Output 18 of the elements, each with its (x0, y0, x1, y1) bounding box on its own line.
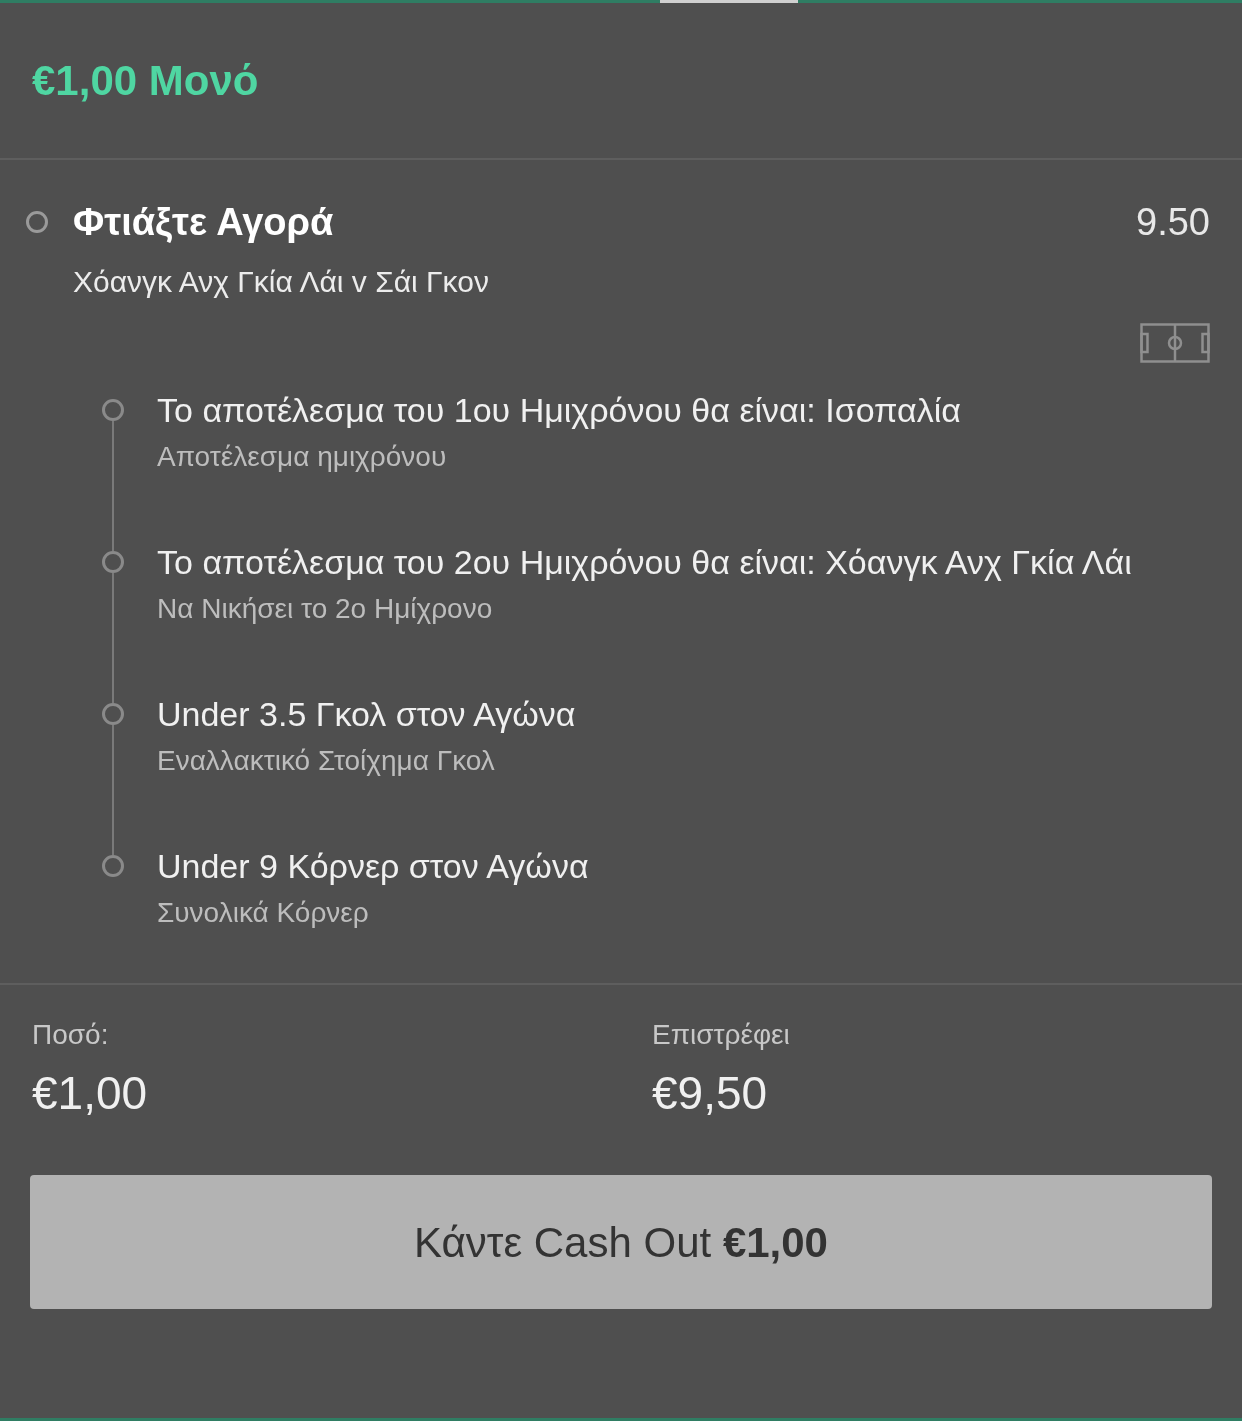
returns-label: Επιστρέφει (652, 1018, 790, 1052)
leg-title: Το αποτέλεσμα του 1ου Ημιχρόνου θα είναι: Ισοπαλία (157, 390, 962, 431)
leg-market: Εναλλακτικό Στοίχημα Γκολ (157, 744, 496, 778)
stake-label: Ποσό: (32, 1018, 110, 1052)
odds: 9.50 (1136, 199, 1210, 245)
leg-market: Αποτέλεσμα ημιχρόνου (157, 440, 448, 474)
pitch-icon (1140, 323, 1210, 363)
leg-market: Συνολικά Κόρνερ (157, 896, 370, 930)
cash-out-button[interactable]: Κάντε Cash Out €1,00 (30, 1175, 1212, 1309)
leg-title: Under 9 Κόρνερ στον Αγώνα (157, 846, 590, 887)
stake-amount: €1,00 (32, 1067, 149, 1119)
event-name: Χόανγκ Ανχ Γκία Λάι v Σάι Γκον (73, 263, 489, 300)
selection-title: Φτιάξτε Αγορά (73, 199, 334, 245)
leg-title: Under 3.5 Γκολ στον Αγώνα (157, 694, 577, 735)
bet-title: €1,00 Μονό (32, 56, 259, 106)
leg-title: Το αποτέλεσμα του 2ου Ημιχρόνου θα είναι: Χόανγκ Ανχ Γκία Λάι (157, 542, 1133, 583)
returns-amount: €9,50 (652, 1067, 769, 1119)
leg-market: Να Νικήσει το 2ο Ημίχρονο (157, 592, 494, 626)
